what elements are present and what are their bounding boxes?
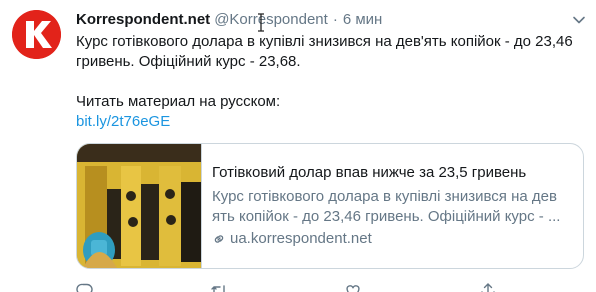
card-thumbnail bbox=[77, 144, 202, 268]
tweet-link[interactable]: bit.ly/2t76eGE bbox=[76, 113, 170, 130]
reply-icon[interactable] bbox=[76, 282, 94, 292]
timestamp[interactable]: 6 мин bbox=[343, 11, 383, 28]
tweet-text-line: Курс готівкового долара в купівлі знизив… bbox=[76, 33, 573, 50]
tweet-actions bbox=[76, 282, 586, 292]
card-description-line: ять копійок - до 23,46 гривень. Офіційни… bbox=[212, 208, 561, 225]
heart-icon[interactable] bbox=[344, 282, 362, 292]
link-icon bbox=[214, 235, 224, 243]
card-title[interactable]: Готівковий долар впав нижче за 23,5 грив… bbox=[212, 163, 560, 183]
share-icon[interactable] bbox=[479, 282, 497, 292]
author-name[interactable]: Korrespondent.net bbox=[76, 11, 210, 28]
author-handle[interactable]: @Korrespondent bbox=[214, 11, 328, 28]
tweet-header: Korrespondent.net @Korrespondent · 6 мин bbox=[76, 8, 586, 30]
tweet-text-line: Читать материал на русском: bbox=[76, 93, 281, 110]
link-card[interactable]: Готівковий долар впав нижче за 23,5 грив… bbox=[76, 143, 584, 269]
tweet-text-line: гривень. Офіційний курс - 23,68. bbox=[76, 53, 301, 70]
tweet-text: Курс готівкового долара в купівлі знизив… bbox=[76, 32, 576, 132]
text-cursor-icon bbox=[255, 13, 267, 32]
card-description: Курс готівкового долара в купівлі знизив… bbox=[212, 187, 560, 227]
avatar[interactable] bbox=[12, 10, 61, 59]
separator-dot: · bbox=[332, 10, 338, 28]
card-body: Готівковий долар впав нижче за 23,5 грив… bbox=[202, 144, 572, 268]
tweet[interactable]: Korrespondent.net @Korrespondent · 6 мин… bbox=[76, 8, 586, 292]
card-domain: ua.korrespondent.net bbox=[212, 229, 560, 249]
korrespondent-logo bbox=[12, 10, 61, 59]
card-description-line: Курс готівкового долара в купівлі знизив… bbox=[212, 188, 557, 205]
retweet-icon[interactable] bbox=[210, 282, 228, 292]
card-domain-text: ua.korrespondent.net bbox=[230, 230, 372, 247]
chevron-down-icon[interactable] bbox=[572, 13, 586, 27]
